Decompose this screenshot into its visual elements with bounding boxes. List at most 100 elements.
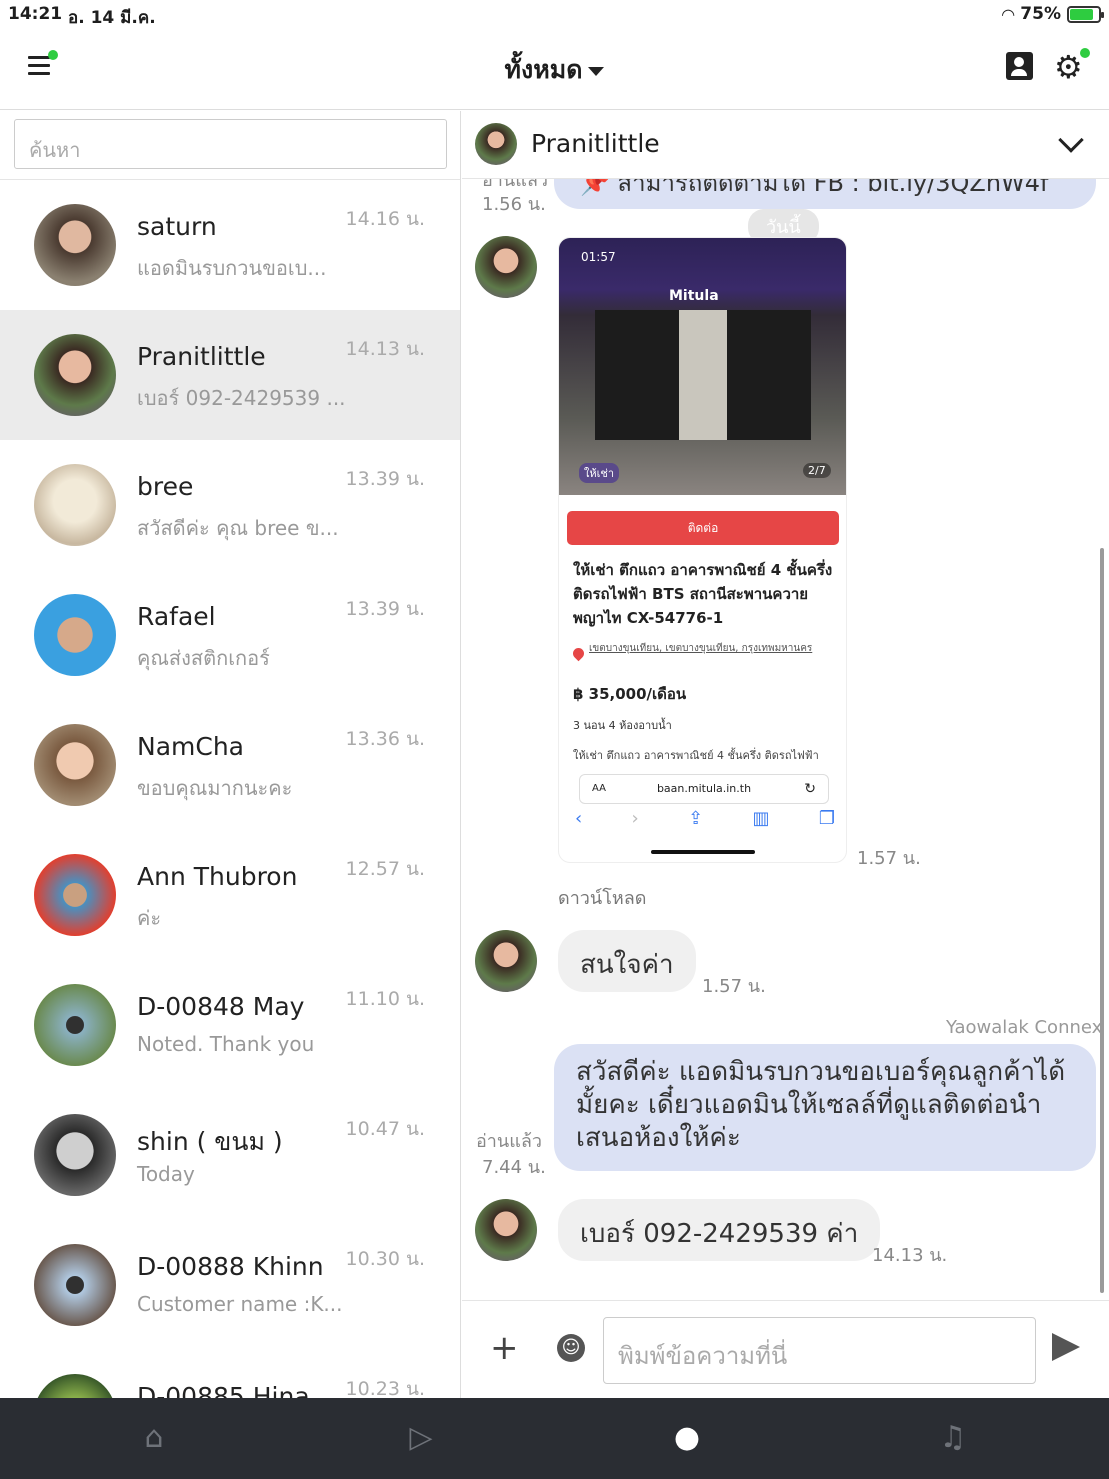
bell-icon[interactable]: ♫ [933,1418,973,1458]
chat-time: 11.10 น. [345,988,425,1010]
notification-dot [1080,48,1090,58]
status-date: อ. 14 มี.ค. [68,8,156,28]
download-link[interactable]: ดาวน์โหลด [558,883,646,912]
chat-list-item[interactable]: shin ( ขนม ) Today 10.47 น. [0,1090,460,1220]
chat-list-item[interactable]: D-00888 Khinn Customer name :K... 10.30 น. [0,1220,460,1350]
message-time: 7.44 น. [482,1157,546,1178]
conversation-header[interactable]: Pranitlittle [462,111,1109,179]
chat-list-item[interactable]: Pranitlittle เบอร์ 092-2429539 ... 14.13 น… [0,310,460,440]
browser-toolbar: ‹ › ⇪ ▥ ❐ [575,808,835,829]
chat-list-item[interactable]: NamCha ขอบคุณมากนะคะ 13.36 น. [0,700,460,830]
chat-list: saturn แอดมินรบกวนขอเบ... 14.16 น. Pranitli… [0,179,460,1398]
contact-avatar[interactable] [475,123,517,165]
image-message[interactable]: 01:57 Mitula ให้เช่า 2/7 ติดต่อ ให้เช่า … [558,237,847,863]
chat-preview: Customer name :K... [137,1292,343,1316]
share-icon: ⇪ [688,808,704,829]
tabs-icon: ❐ [818,808,835,829]
avatar [34,984,116,1066]
message-time: 14.13 น. [872,1245,948,1266]
contacts-icon[interactable] [1006,52,1033,80]
chat-name: Ann Thubron [137,862,298,891]
listing-title: ให้เช่า ตึกแถว อาคารพาณิชย์ 4 ชั้นครึ่ง … [573,561,833,627]
chat-time: 10.23 น. [345,1378,425,1398]
search-input[interactable]: ค้นหา [14,119,447,169]
chat-time: 13.39 น. [345,468,425,490]
message-time: 1.56 น. [482,194,546,215]
url-text: baan.mitula.in.th [656,782,752,795]
forward-icon: › [631,808,639,829]
battery-percent: 75% [1020,4,1061,24]
chat-name: Pranitlittle [137,342,266,371]
app-header: ทั้งหมด ⚙ [0,30,1109,110]
sender-avatar[interactable] [475,1199,537,1261]
chat-preview: เบอร์ 092-2429539 ... [137,386,346,410]
chat-preview: Noted. Thank you [137,1032,315,1056]
status-bar: 14:21 อ. 14 มี.ค. ◠ 75% [0,0,1109,30]
sender-name: Yaowalak Connex [946,1017,1103,1038]
outgoing-message[interactable]: 📌 สามารถติดตามได้ FB : bit.ly/3QZnW4f [554,179,1096,209]
chat-preview: ขอบคุณมากนะคะ [137,776,293,800]
chat-icon[interactable]: ● [667,1418,707,1458]
chat-name: D-00848 May [137,992,305,1021]
message-input[interactable]: พิมพ์ข้อความที่นี่ [603,1317,1036,1384]
photo-corridor [679,310,727,440]
sender-avatar[interactable] [475,930,537,992]
location-pin-icon [570,645,587,662]
chat-name: bree [137,472,194,501]
avatar [34,594,116,676]
chat-preview: สวัสดีค่ะ คุณ bree ข... [137,516,339,540]
listing-price: ฿ 35,000/เดือน [573,685,687,703]
chat-list-item[interactable]: D-00848 May Noted. Thank you 11.10 น. [0,960,460,1090]
chat-time: 10.30 น. [345,1248,425,1270]
conversation-panel: Pranitlittle อ่านแล้ว 1.56 น. 📌 สามารถติ… [462,111,1109,1398]
settings-gear-icon[interactable]: ⚙ [1054,48,1090,83]
chat-name: D-00888 Khinn [137,1252,324,1281]
chat-list-item[interactable]: saturn แอดมินรบกวนขอเบ... 14.16 น. [0,180,460,310]
chat-time: 14.16 น. [345,208,425,230]
avatar [34,1114,116,1196]
incoming-message[interactable]: สนใจค่า [558,930,696,992]
outgoing-message[interactable]: สวัสดีค่ะ แอดมินรบกวนขอเบอร์คุณลูกค้าได้… [554,1044,1096,1171]
chat-preview: ค่ะ [137,906,162,930]
avatar [34,1244,116,1326]
plus-icon[interactable]: + [490,1331,519,1365]
read-receipt: อ่านแล้ว [476,1131,542,1152]
sender-avatar[interactable] [475,236,537,298]
contact-name: Pranitlittle [531,129,660,158]
home-indicator [651,850,755,854]
message-composer: + ☺ พิมพ์ข้อความที่นี่ [462,1300,1109,1398]
chat-time: 10.47 น. [345,1118,425,1140]
chat-name: D-00885 Hina [137,1382,310,1398]
chat-list-item[interactable]: Rafael คุณส่งสติกเกอร์ 13.39 น. [0,570,460,700]
screenshot-brand: Mitula [669,288,719,304]
chat-list-item[interactable]: Ann Thubron ค่ะ 12.57 น. [0,830,460,960]
chevron-down-icon[interactable] [1058,127,1084,153]
chat-time: 12.57 น. [345,858,425,880]
status-time: 14:21 [8,4,63,24]
message-text: สามารถติดตามได้ FB : bit.ly/3QZnW4f [617,179,1049,197]
chat-name: shin ( ขนม ) [137,1127,283,1156]
send-icon[interactable] [1052,1333,1080,1361]
chat-list-panel: ค้นหา saturn แอดมินรบกวนขอเบ... 14.16 น. Pr… [0,111,461,1398]
caret-down-icon [588,66,605,76]
chat-preview: Today [137,1162,195,1186]
chat-filter-dropdown[interactable]: ทั้งหมด [0,50,1109,90]
bottom-tab-bar: ⌂ ▷ ● ♫ [0,1398,1109,1479]
reload-icon: ↻ [804,781,816,797]
incoming-message[interactable]: เบอร์ 092-2429539 ค่า [558,1199,881,1261]
avatar [34,1374,116,1398]
chat-name: saturn [137,212,217,241]
chat-preview: แอดมินรบกวนขอเบ... [137,256,327,280]
scrollbar[interactable] [1100,548,1104,1293]
chat-list-item[interactable]: D-00885 Hina 10.23 น. [0,1350,460,1398]
chat-list-item[interactable]: bree สวัสดีค่ะ คุณ bree ข... 13.39 น. [0,440,460,570]
broadcast-icon[interactable]: ▷ [401,1418,441,1458]
home-icon[interactable]: ⌂ [134,1418,174,1458]
listing-rooms: 3 นอน 4 ห้องอาบน้ำ [573,719,672,732]
status-right: ◠ 75% [1002,4,1104,24]
emoji-icon[interactable]: ☺ [557,1334,585,1362]
avatar [34,464,116,546]
chat-name: NamCha [137,732,244,761]
avatar [34,724,116,806]
screenshot-clock: 01:57 [581,250,616,264]
